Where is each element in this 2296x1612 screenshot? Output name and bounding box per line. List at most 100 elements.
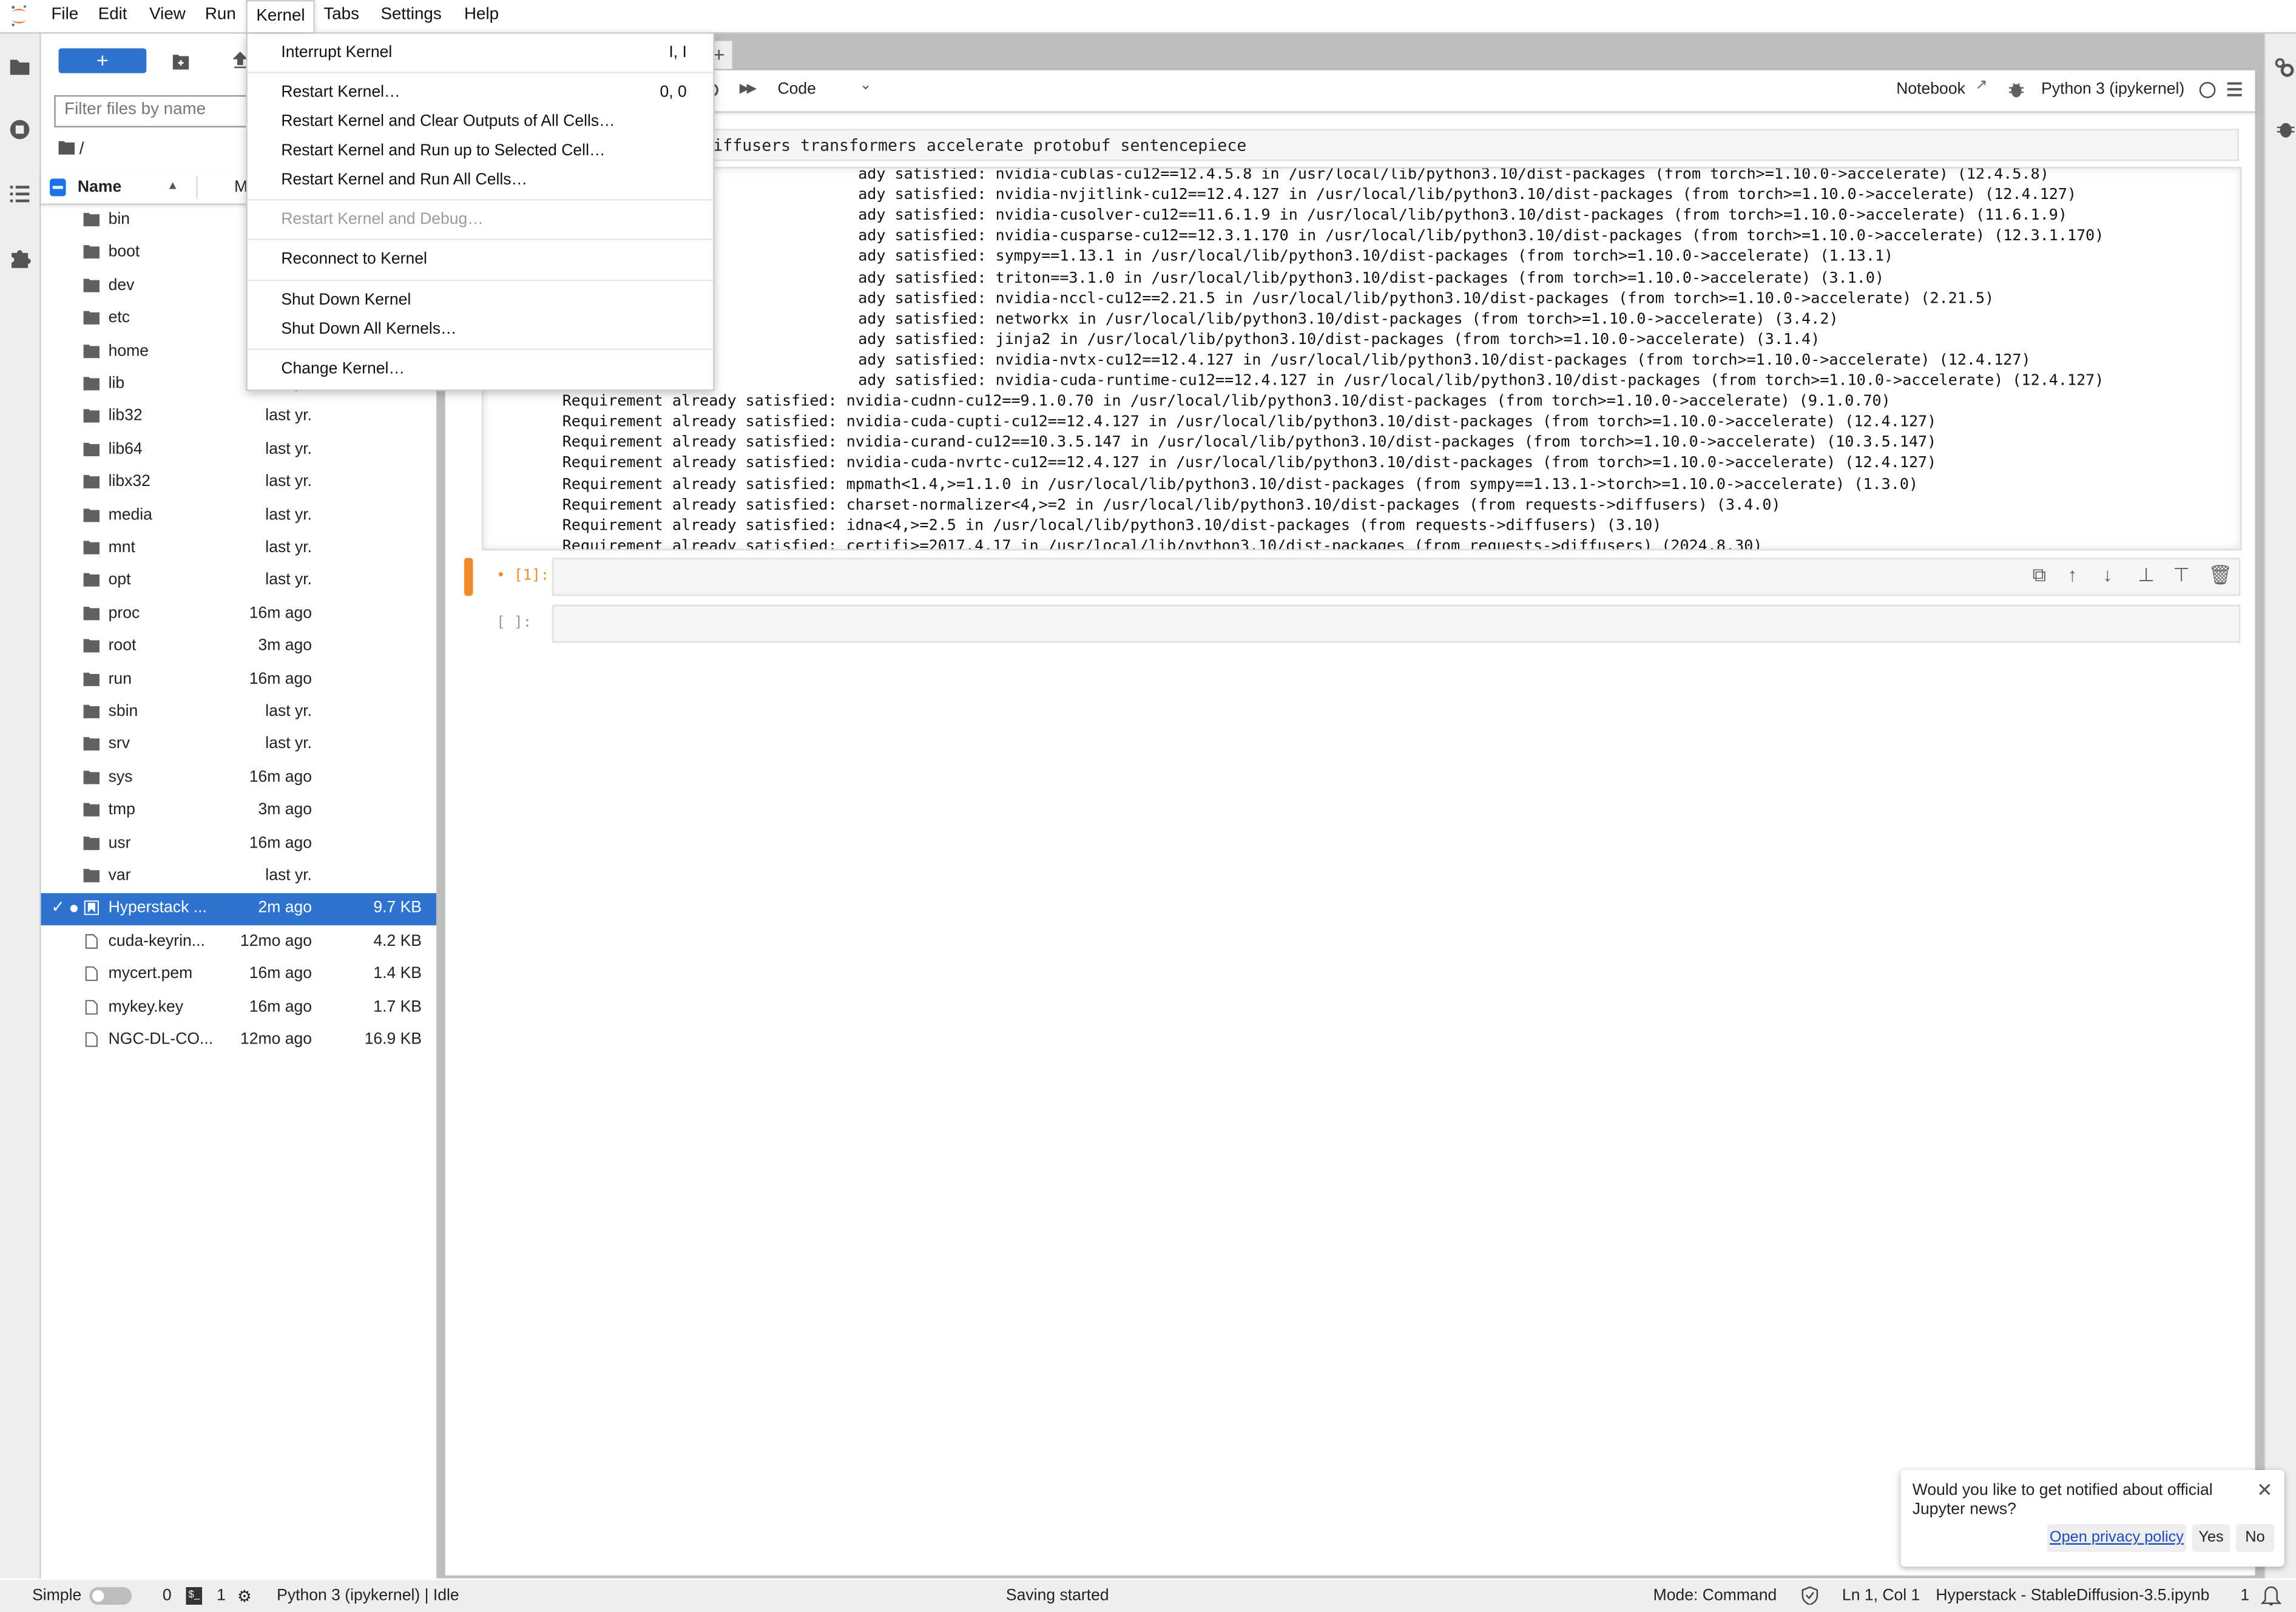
menu-tabs[interactable]: Tabs (323, 6, 359, 24)
delete-cell-icon[interactable]: 🗑 (2208, 564, 2232, 585)
notification-bell-icon[interactable] (2261, 1584, 2281, 1608)
kernel-menu-item[interactable]: Change Kernel… (248, 357, 713, 383)
duplicate-cell-icon[interactable]: ⧉ (2033, 564, 2053, 585)
file-list-item[interactable]: mnt last yr. (41, 533, 437, 565)
trusted-shield-icon[interactable] (1801, 1586, 1818, 1605)
column-name[interactable]: Name (78, 178, 121, 196)
external-link-icon[interactable]: ↗ (1976, 78, 1988, 94)
selected-check-icon[interactable]: ✓ (51, 898, 64, 917)
file-list-item[interactable]: run 16m ago (41, 664, 437, 696)
notification-count[interactable]: 1 (2240, 1587, 2249, 1605)
file-list-item[interactable]: media last yr. (41, 500, 437, 532)
file-list-item[interactable]: NGC-DL-CO... 12mo ago 16.9 KB (41, 1025, 437, 1057)
kernel-menu-item[interactable]: Restart Kernel and Run up to Selected Ce… (248, 139, 713, 165)
menu-help[interactable]: Help (464, 6, 499, 24)
kernel-name-button[interactable]: Python 3 (ipykernel) (2041, 81, 2184, 98)
file-list-item[interactable]: mykey.key 16m ago 1.7 KB (41, 992, 437, 1024)
simple-mode-toggle[interactable] (89, 1587, 132, 1605)
file-list-item[interactable]: lib64 last yr. (41, 434, 437, 467)
move-down-icon[interactable]: ↓ (2102, 564, 2123, 585)
file-list-item[interactable]: var last yr. (41, 861, 437, 893)
file-list-item[interactable]: srv last yr. (41, 730, 437, 762)
file-list-item[interactable]: sys 16m ago (41, 763, 437, 795)
terminals-count[interactable]: 0 (163, 1587, 172, 1605)
code-cell[interactable]: [ ]: (464, 604, 2241, 643)
menu-run[interactable]: Run (205, 6, 236, 24)
code-cell-input[interactable]: iffusers transformers accelerate protobu… (562, 129, 2239, 161)
folder-icon[interactable] (8, 56, 30, 78)
file-name: lib64 (108, 440, 143, 458)
menu-edit[interactable]: Edit (98, 6, 127, 24)
menu-hamburger-icon[interactable] (2227, 82, 2242, 96)
menu-settings[interactable]: Settings (380, 6, 441, 24)
kernel-menu: Interrupt Kernel I, I Restart Kernel… 0, 0 R… (246, 32, 715, 391)
folder-icon (83, 803, 100, 817)
running-sessions-icon[interactable] (8, 118, 30, 140)
mode-indicator[interactable]: Mode: Command (1653, 1587, 1777, 1605)
file-list-item[interactable]: opt last yr. (41, 565, 437, 598)
file-list-item[interactable]: libx32 last yr. (41, 467, 437, 499)
file-name: mnt (108, 539, 135, 557)
file-list-item[interactable]: ✓ Hyperstack ... 2m ago 9.7 KB (41, 894, 437, 926)
file-list-item[interactable]: tmp 3m ago (41, 795, 437, 828)
file-list-item[interactable]: mycert.pem 16m ago 1.4 KB (41, 959, 437, 991)
code-cell[interactable]: • [1]: ⧉ ↑ ↓ ⊥ ⊤ 🗑 (464, 558, 2241, 596)
folder-icon (83, 770, 100, 784)
move-up-icon[interactable]: ↑ (2068, 564, 2088, 585)
file-list-item[interactable]: proc 16m ago (41, 599, 437, 631)
output-line: ady satisfied: nvidia-nvtx-cu12==12.4.12… (858, 351, 2031, 369)
insert-below-icon[interactable]: ⊤ (2173, 564, 2193, 585)
kernel-chip-icon[interactable]: ⚙ (237, 1587, 252, 1606)
file-list-item[interactable]: sbin last yr. (41, 697, 437, 729)
new-launcher-button[interactable]: + (58, 48, 147, 73)
file-list-item[interactable]: root 3m ago (41, 632, 437, 664)
kernel-menu-item[interactable]: Interrupt Kernel I, I (248, 41, 713, 67)
menu-view[interactable]: View (149, 6, 186, 24)
menu-file[interactable]: File (51, 6, 78, 24)
sort-ascending-icon[interactable]: ▲ (167, 178, 178, 192)
file-list-item[interactable]: usr 16m ago (41, 828, 437, 860)
cell-type-select[interactable]: Code (777, 81, 815, 98)
run-all-icon[interactable]: ▶▶ (740, 81, 757, 97)
yes-button[interactable]: Yes (2192, 1524, 2230, 1553)
kernel-menu-item[interactable]: Restart Kernel and Clear Outputs of All … (248, 110, 713, 136)
kernel-status[interactable]: Python 3 (ipykernel) | Idle (277, 1587, 459, 1605)
open-in-notebook-link[interactable]: Notebook (1896, 81, 1965, 98)
chevron-down-icon[interactable]: ⌄ (860, 78, 872, 94)
output-line: ady satisfied: nvidia-nccl-cu12==2.21.5 … (858, 289, 1994, 307)
debugger-bug-icon[interactable] (2009, 82, 2024, 98)
close-icon[interactable]: ✕ (2257, 1479, 2272, 1502)
file-modified: last yr. (265, 440, 312, 458)
extensions-puzzle-icon[interactable] (8, 248, 31, 269)
insert-above-icon[interactable]: ⊥ (2138, 564, 2158, 585)
terminal-icon[interactable]: $_ (186, 1587, 203, 1605)
upload-icon[interactable] (232, 51, 248, 69)
breadcrumb[interactable]: / (58, 141, 84, 158)
cell-editor[interactable]: ⧉ ↑ ↓ ⊥ ⊤ 🗑 (552, 558, 2241, 596)
kernel-menu-item[interactable]: Reconnect to Kernel (248, 248, 713, 274)
table-of-contents-icon[interactable] (8, 183, 30, 205)
kernel-menu-item[interactable]: Restart Kernel and Run All Cells… (248, 169, 713, 195)
file-list-item[interactable]: lib32 last yr. (41, 402, 437, 434)
select-all-checkbox[interactable] (50, 178, 66, 197)
kernel-menu-item[interactable]: Shut Down Kernel (248, 288, 713, 314)
filter-files-input[interactable]: Filter files by name (54, 95, 274, 127)
property-inspector-gears-icon[interactable] (2274, 57, 2295, 78)
folder-icon (83, 212, 100, 227)
kernel-menu-item[interactable]: Shut Down All Kernels… (248, 318, 713, 344)
cell-output-area[interactable]: ady satisfied: nvidia-cublas-cu12==12.4.… (481, 167, 2242, 551)
no-button[interactable]: No (2236, 1524, 2274, 1553)
open-privacy-policy-link[interactable]: Open privacy policy (2047, 1524, 2187, 1553)
new-folder-icon[interactable] (172, 53, 189, 70)
breadcrumb-root[interactable]: / (79, 141, 84, 158)
menu-kernel[interactable]: Kernel (246, 0, 316, 33)
file-modified: 12mo ago (240, 1030, 312, 1048)
debugger-bug-icon[interactable] (2277, 120, 2295, 138)
kernels-count[interactable]: 1 (217, 1587, 226, 1605)
cell-prompt: • [1]: (496, 568, 550, 584)
cursor-position[interactable]: Ln 1, Col 1 (1842, 1587, 1920, 1605)
column-divider[interactable] (196, 175, 198, 200)
file-list-item[interactable]: cuda-keyrin... 12mo ago 4.2 KB (41, 926, 437, 959)
cell-editor[interactable] (552, 604, 2241, 643)
kernel-menu-item[interactable]: Restart Kernel… 0, 0 (248, 81, 713, 107)
